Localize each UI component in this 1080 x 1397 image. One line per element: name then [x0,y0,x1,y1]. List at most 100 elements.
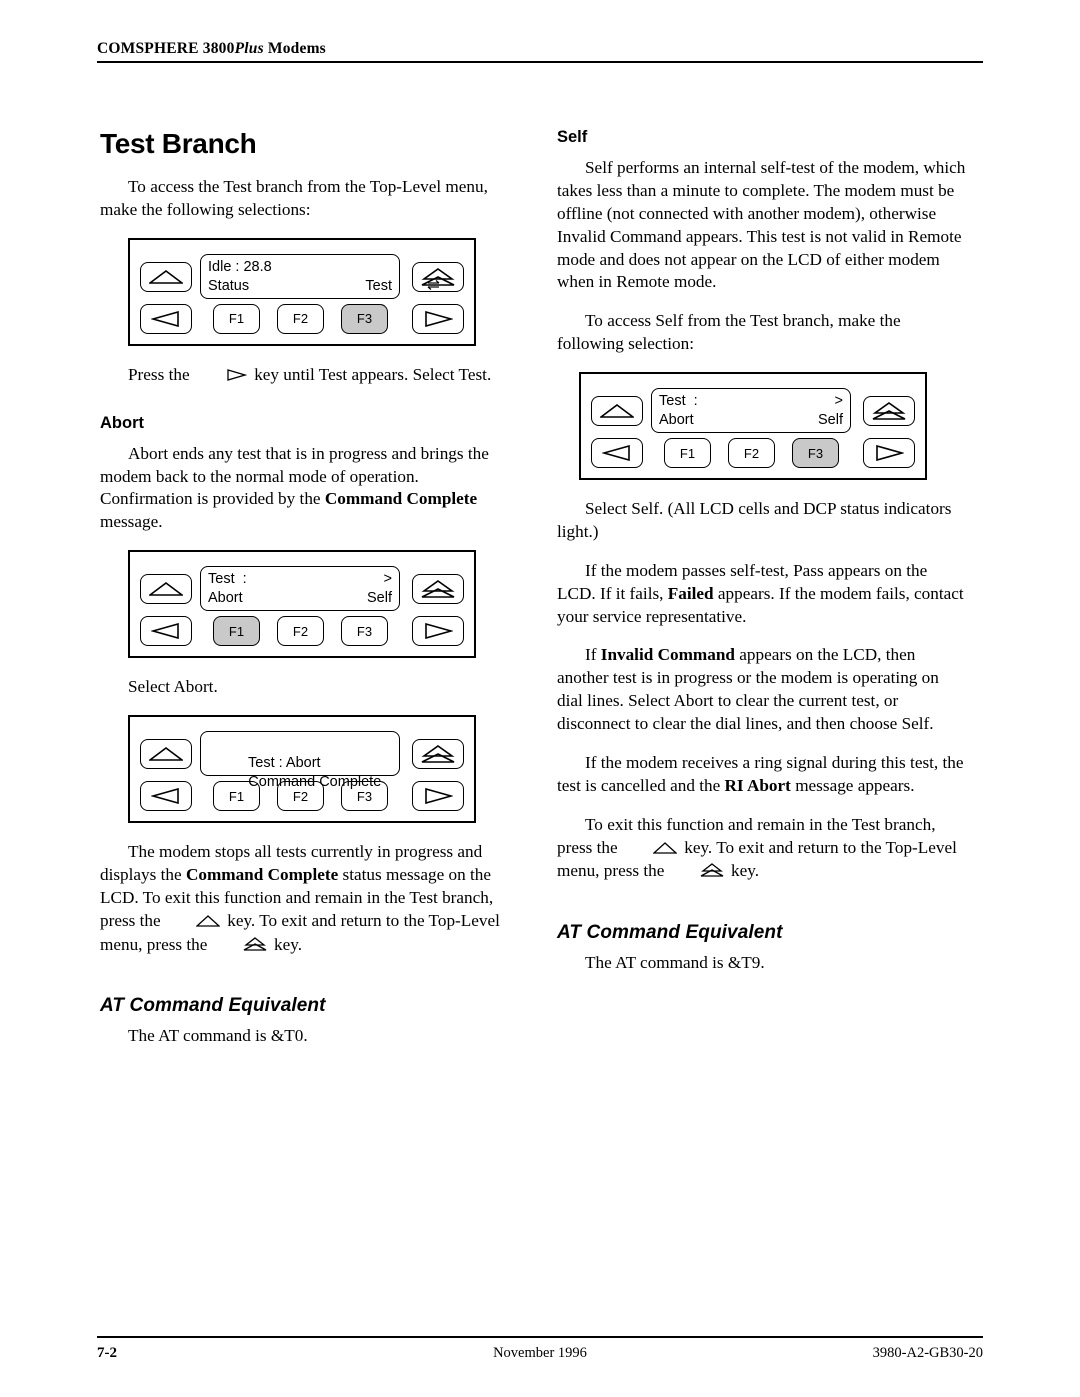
self-paragraph-2: To access Self from the Test branch, mak… [557,311,901,354]
f1-key[interactable]: F1 [213,616,260,647]
closing-paragraph: The modem stops all tests currently in p… [100,841,510,957]
lcd-line-2: Abort Self [659,411,843,430]
ring-signal-paragraph: If the modem receives a ring signal duri… [557,752,967,798]
double-triangle-icon [421,580,455,598]
left-arrow-icon [151,623,179,640]
left-arrow-key[interactable] [591,438,643,468]
right-arrow-icon [425,310,453,327]
lcd-line-1-left: Test : [659,393,698,409]
lcd-line-1: Test : > [659,392,843,411]
lcd-line-1-right: > [383,571,392,588]
single-triangle-icon [149,269,183,284]
page-header: COMSPHERE 3800Plus Modems [97,40,983,63]
lcd-line-2-left: Command Complete [248,774,382,790]
top-level-key-icon [672,861,724,884]
invalid-bold: Invalid Command [600,645,735,665]
up-level-key[interactable] [140,261,192,292]
lcd-line-2-left: Status [208,277,250,294]
abort-paragraph: Abort ends any test that is in progress … [100,443,510,535]
left-arrow-key[interactable] [140,616,192,647]
closing-text-bold: Command Complete [185,864,339,884]
lcd-display: Test : > Abort Self [651,388,851,433]
press-key-paragraph: Press the key until Test appears. Select… [100,364,510,388]
single-triangle-icon [149,747,183,761]
left-arrow-icon [151,310,179,327]
lcd-line-1: Test : > [208,570,392,589]
document-number: 3980-A2-GB30-20 [872,1345,983,1361]
header-rule [97,61,983,63]
self-paragraph-1: Self performs an internal self-test of t… [557,158,966,292]
lcd-line-1-left: Test : Abort [248,755,321,771]
ring-text-c: message appears. [790,775,915,795]
f1-key[interactable]: F1 [213,303,260,334]
f3-key[interactable]: F3 [792,438,839,468]
press-key-text-before: Press the [128,364,194,384]
at-command-heading-left: AT Command Equivalent [100,995,326,1017]
header-title: COMSPHERE 3800Plus Modems [97,40,983,61]
lcd-line-2-right: Self [367,590,392,607]
abort-text-bold: Command Complete [324,489,478,509]
up-level-key[interactable] [591,396,643,426]
f1-key[interactable]: F1 [664,438,711,468]
left-arrow-icon [602,445,630,461]
select-abort-paragraph: Select Abort. [128,677,218,697]
footer-rule [97,1336,983,1338]
f2-key[interactable]: F2 [277,303,324,334]
right-arrow-key[interactable] [412,616,464,647]
top-level-key[interactable] [863,396,915,426]
dcp-panel-test-menu: F1 F2 F3 Test : > Abort Self [128,550,476,659]
dcp-panel-command-complete: F1 F2 F3 Test : Abort Command Complete [128,715,476,823]
lcd-line-1: Idle : 28.8 [208,258,440,290]
closing-text-e: key. [269,934,302,954]
right-arrow-key[interactable] [412,303,464,334]
press-key-text-after: key until Test appears. Select Test. [249,364,492,384]
lcd-line-2-right: Self [818,412,843,428]
right-arrow-key[interactable] [412,781,464,811]
single-triangle-icon [600,404,634,418]
up-level-key-icon [168,911,221,934]
footer-row: 7-2 November 1996 3980-A2-GB30-20 [97,1345,983,1367]
abort-text-c: message. [100,512,163,532]
top-level-key-icon [215,935,267,958]
left-arrow-key[interactable] [140,781,192,811]
lcd-line-2: Status Test [208,277,392,296]
at-command-text-right: The AT command is &T9. [585,953,765,973]
document-page: COMSPHERE 3800Plus Modems Test Branch To… [0,0,1080,1397]
header-title-prefix: COMSPHERE 3800 [97,40,235,57]
top-level-key[interactable] [412,574,464,605]
header-title-italic: Plus [234,40,264,57]
up-level-key[interactable] [140,574,192,605]
lcd-display: Idle : 28.8 Status Test [200,253,440,299]
at-command-heading-right: AT Command Equivalent [557,922,783,944]
left-column: Test Branch To access the Test branch fr… [100,128,510,1064]
at-command-text-left: The AT command is &T0. [128,1026,308,1046]
top-level-key[interactable] [412,739,464,769]
right-arrow-icon [876,445,904,461]
page-title: Test Branch [100,128,257,159]
invalid-command-paragraph: If Invalid Command appears on the LCD, t… [557,644,967,736]
transmit-receive-icon [379,259,440,290]
up-level-key[interactable] [140,739,192,769]
right-arrow-key[interactable] [863,438,915,468]
pass-fail-paragraph: If the modem passes self-test, Pass appe… [557,560,967,629]
intro-paragraph: To access the Test branch from the Top-L… [100,177,488,219]
f3-key[interactable]: F3 [341,616,388,647]
lcd-line-2: Abort Self [208,589,392,608]
f2-key[interactable]: F2 [728,438,775,468]
double-triangle-icon [421,745,455,763]
exit-text-c: key. [726,861,759,881]
footer-date: November 1996 [493,1345,587,1361]
exit-paragraph: To exit this function and remain in the … [557,814,967,885]
lcd-line-2-left: Abort [208,590,243,607]
lcd-line-1: Test : Abort [208,735,392,771]
invalid-text-a: If [585,645,601,665]
lcd-line-1-left: Test : [208,571,247,588]
dcp-panel-top-level: F1 F2 F3 Idle : 28.8 Status Test [128,237,476,346]
left-arrow-key[interactable] [140,303,192,334]
f2-key[interactable]: F2 [277,616,324,647]
select-self-paragraph: Select Self. (All LCD cells and DCP stat… [557,499,952,541]
self-heading: Self [557,128,588,146]
right-arrow-icon [425,623,453,640]
ring-bold: RI Abort [724,775,791,795]
pass-fail-bold: Failed [667,583,714,603]
